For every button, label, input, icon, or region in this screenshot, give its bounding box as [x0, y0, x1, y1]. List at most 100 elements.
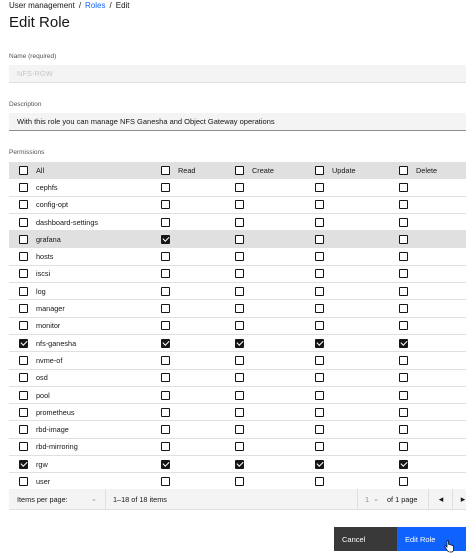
delete-checkbox[interactable] [399, 476, 408, 486]
delete-checkbox[interactable] [399, 217, 408, 227]
create-checkbox[interactable] [235, 200, 244, 210]
all-checkbox[interactable] [19, 234, 28, 244]
read-cell[interactable] [161, 439, 178, 455]
create-cell[interactable] [235, 439, 252, 455]
row-name-cell[interactable]: iscsi [19, 266, 50, 282]
delete-checkbox[interactable] [399, 390, 408, 400]
delete-cell[interactable] [399, 231, 416, 247]
update-cell[interactable] [315, 370, 332, 386]
read-cell[interactable] [161, 318, 178, 334]
update-checkbox[interactable] [315, 252, 324, 262]
all-checkbox[interactable] [19, 373, 28, 383]
delete-checkbox[interactable] [399, 304, 408, 314]
delete-column-header[interactable]: Delete [399, 162, 437, 179]
description-input[interactable]: With this role you can manage NFS Ganesh… [9, 113, 466, 131]
row-name-cell[interactable]: rbd-image [19, 421, 69, 437]
read-checkbox[interactable] [161, 217, 170, 227]
read-cell[interactable] [161, 283, 178, 299]
delete-checkbox[interactable] [399, 355, 408, 365]
read-checkbox[interactable] [161, 252, 170, 262]
update-checkbox[interactable] [315, 200, 324, 210]
create-cell[interactable] [235, 283, 252, 299]
read-checkbox[interactable] [161, 321, 170, 331]
create-cell[interactable] [235, 404, 252, 420]
delete-cell[interactable] [399, 318, 416, 334]
update-checkbox[interactable] [315, 355, 324, 365]
read-cell[interactable] [161, 335, 178, 351]
update-cell[interactable] [315, 179, 332, 195]
all-checkbox[interactable] [19, 182, 28, 192]
all-checkbox[interactable] [19, 200, 28, 210]
create-cell[interactable] [235, 473, 252, 489]
create-cell[interactable] [235, 352, 252, 368]
all-checkbox[interactable] [19, 442, 28, 452]
create-all-checkbox[interactable] [235, 166, 244, 176]
create-checkbox[interactable] [235, 269, 244, 279]
row-name-cell[interactable]: user [19, 473, 50, 489]
update-checkbox[interactable] [315, 459, 324, 469]
delete-checkbox[interactable] [399, 459, 408, 469]
update-cell[interactable] [315, 318, 332, 334]
read-checkbox[interactable] [161, 442, 170, 452]
update-checkbox[interactable] [315, 407, 324, 417]
delete-checkbox[interactable] [399, 321, 408, 331]
row-name-cell[interactable]: rgw [19, 456, 48, 472]
row-name-cell[interactable]: prometheus [19, 404, 75, 420]
create-cell[interactable] [235, 456, 252, 472]
create-checkbox[interactable] [235, 338, 244, 348]
update-cell[interactable] [315, 197, 332, 213]
delete-checkbox[interactable] [399, 252, 408, 262]
delete-cell[interactable] [399, 421, 416, 437]
update-checkbox[interactable] [315, 442, 324, 452]
read-cell[interactable] [161, 387, 178, 403]
update-cell[interactable] [315, 248, 332, 264]
update-all-checkbox[interactable] [315, 166, 324, 176]
update-cell[interactable] [315, 387, 332, 403]
update-checkbox[interactable] [315, 321, 324, 331]
read-checkbox[interactable] [161, 200, 170, 210]
delete-cell[interactable] [399, 266, 416, 282]
edit-role-button[interactable]: Edit Role [397, 527, 466, 551]
delete-cell[interactable] [399, 248, 416, 264]
delete-cell[interactable] [399, 473, 416, 489]
read-checkbox[interactable] [161, 338, 170, 348]
read-cell[interactable] [161, 370, 178, 386]
update-checkbox[interactable] [315, 390, 324, 400]
row-name-cell[interactable]: log [19, 283, 46, 299]
create-cell[interactable] [235, 335, 252, 351]
create-checkbox[interactable] [235, 355, 244, 365]
read-cell[interactable] [161, 404, 178, 420]
all-checkbox[interactable] [19, 355, 28, 365]
items-per-page-select[interactable]: ⌄ [87, 489, 97, 509]
read-cell[interactable] [161, 473, 178, 489]
all-checkbox[interactable] [19, 425, 28, 435]
create-cell[interactable] [235, 248, 252, 264]
read-checkbox[interactable] [161, 425, 170, 435]
delete-checkbox[interactable] [399, 182, 408, 192]
update-cell[interactable] [315, 300, 332, 316]
all-checkbox[interactable] [19, 338, 28, 348]
all-checkbox[interactable] [19, 269, 28, 279]
all-checkbox[interactable] [19, 252, 28, 262]
delete-all-checkbox[interactable] [399, 166, 408, 176]
create-checkbox[interactable] [235, 373, 244, 383]
update-cell[interactable] [315, 456, 332, 472]
update-checkbox[interactable] [315, 476, 324, 486]
all-checkbox[interactable] [19, 304, 28, 314]
update-cell[interactable] [315, 473, 332, 489]
create-cell[interactable] [235, 214, 252, 230]
read-checkbox[interactable] [161, 269, 170, 279]
create-cell[interactable] [235, 370, 252, 386]
create-cell[interactable] [235, 387, 252, 403]
row-name-cell[interactable]: config-opt [19, 197, 68, 213]
read-cell[interactable] [161, 179, 178, 195]
create-cell[interactable] [235, 266, 252, 282]
create-checkbox[interactable] [235, 476, 244, 486]
read-cell[interactable] [161, 214, 178, 230]
row-name-cell[interactable]: nfs-ganesha [19, 335, 76, 351]
read-checkbox[interactable] [161, 407, 170, 417]
all-checkbox[interactable] [19, 390, 28, 400]
update-cell[interactable] [315, 266, 332, 282]
read-checkbox[interactable] [161, 234, 170, 244]
create-checkbox[interactable] [235, 234, 244, 244]
